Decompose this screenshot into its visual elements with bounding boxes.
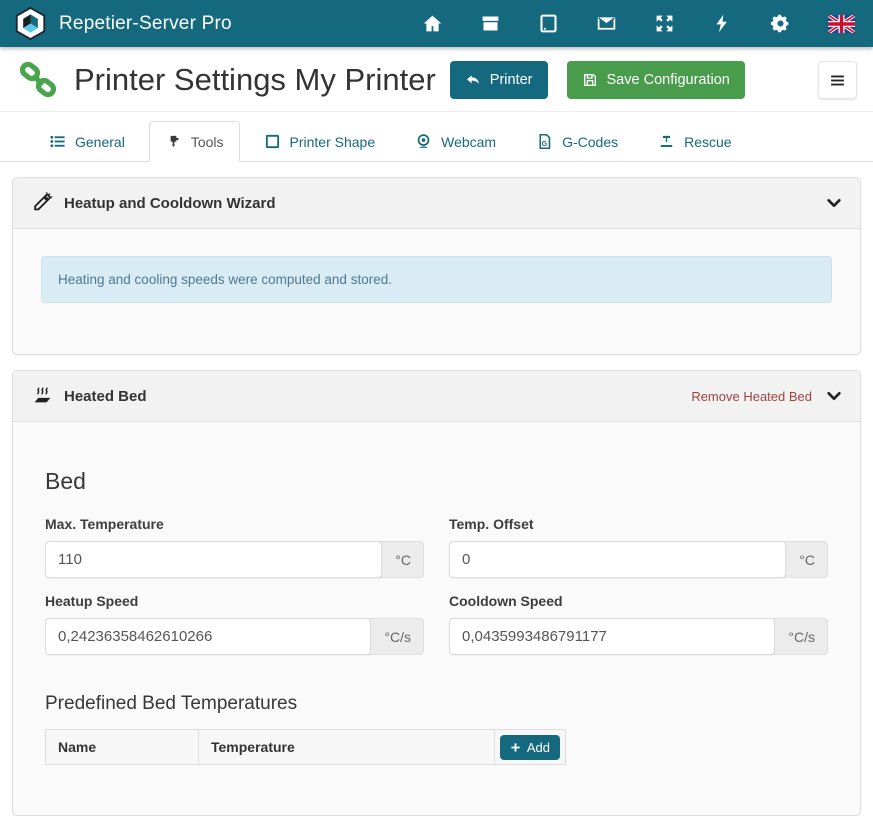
heatup-speed-field-group: Heatup Speed °C/s <box>45 578 424 655</box>
predefined-bed-temps-table: Name Temperature Add <box>45 729 566 765</box>
app-brand[interactable]: Repetier-Server Pro <box>14 7 232 40</box>
back-arrow-icon <box>465 72 481 88</box>
top-navbar: Repetier-Server Pro <box>0 0 873 47</box>
temp-offset-input[interactable] <box>449 541 786 578</box>
wizard-panel-title: Heatup and Cooldown Wizard <box>64 195 276 212</box>
heated-bed-panel-body: Bed Max. Temperature °C Temp. Offset °C … <box>13 468 860 815</box>
max-temperature-label: Max. Temperature <box>45 516 424 532</box>
chevron-down-icon[interactable] <box>826 195 842 211</box>
temp-offset-label: Temp. Offset <box>449 516 828 532</box>
heatup-speed-unit: °C/s <box>366 618 424 655</box>
add-temperature-button[interactable]: Add <box>500 735 560 760</box>
webcam-icon <box>415 133 432 150</box>
repetier-logo-icon <box>14 7 47 40</box>
gcode-file-icon: G <box>536 133 553 150</box>
save-configuration-button[interactable]: Save Configuration <box>567 61 745 99</box>
page-title: Printer Settings My Printer <box>74 62 436 98</box>
tab-tools[interactable]: Tools <box>149 121 240 162</box>
heatup-cooldown-wizard-panel: Heatup and Cooldown Wizard Heating and c… <box>12 177 861 355</box>
svg-text:G: G <box>542 140 548 148</box>
heatup-speed-label: Heatup Speed <box>45 593 424 609</box>
tab-general[interactable]: General <box>33 121 141 162</box>
bed-settings-form: Max. Temperature °C Temp. Offset °C Heat… <box>45 501 828 655</box>
cooldown-speed-unit: °C/s <box>770 618 828 655</box>
global-settings-icon[interactable] <box>770 13 791 34</box>
heated-bed-panel: Heated Bed Remove Heated Bed Bed Max. Te… <box>12 370 861 816</box>
heatup-speed-input[interactable] <box>45 618 371 655</box>
tablet-icon[interactable] <box>538 13 559 34</box>
save-icon <box>582 72 598 88</box>
home-icon[interactable] <box>422 13 443 34</box>
predefined-bed-temps-title: Predefined Bed Temperatures <box>45 693 828 715</box>
heated-bed-panel-title: Heated Bed <box>64 388 147 405</box>
heated-bed-panel-header[interactable]: Heated Bed Remove Heated Bed <box>13 371 860 422</box>
hamburger-icon <box>829 72 846 89</box>
printer-box-icon[interactable] <box>480 13 501 34</box>
wizard-status-alert: Heating and cooling speeds were computed… <box>41 256 832 303</box>
tab-rescue[interactable]: Rescue <box>642 121 747 162</box>
magic-wand-icon <box>31 192 53 214</box>
cooldown-speed-label: Cooldown Speed <box>449 593 828 609</box>
fullscreen-icon[interactable] <box>654 13 675 34</box>
max-temperature-input[interactable] <box>45 541 382 578</box>
messages-icon[interactable] <box>596 13 617 34</box>
menu-button[interactable] <box>818 61 857 99</box>
column-header-temperature: Temperature <box>199 730 495 765</box>
cooldown-speed-field-group: Cooldown Speed °C/s <box>449 578 828 655</box>
bed-section-title: Bed <box>45 468 828 495</box>
table-header-row: Name Temperature Add <box>46 730 566 765</box>
column-header-name: Name <box>46 730 199 765</box>
remove-heated-bed-link[interactable]: Remove Heated Bed <box>691 389 812 404</box>
cooldown-speed-input[interactable] <box>449 618 775 655</box>
wizard-panel-header[interactable]: Heatup and Cooldown Wizard <box>13 178 860 229</box>
app-title: Repetier-Server Pro <box>59 13 232 35</box>
back-to-printer-button[interactable]: Printer <box>450 61 548 99</box>
column-header-add: Add <box>494 730 565 765</box>
rescue-icon <box>658 133 675 150</box>
temp-offset-field-group: Temp. Offset °C <box>449 501 828 578</box>
wizard-panel-body: Heating and cooling speeds were computed… <box>13 229 860 354</box>
tab-printer-shape[interactable]: Printer Shape <box>248 121 392 162</box>
list-icon <box>49 133 66 150</box>
settings-tabs: General Tools Printer Shape Webcam G G-C… <box>0 112 873 162</box>
max-temperature-unit: °C <box>377 541 424 578</box>
navbar-icon-group <box>422 13 855 34</box>
extruder-icon <box>165 133 182 150</box>
page-header: Printer Settings My Printer Printer Save… <box>0 47 873 112</box>
printer-connected-icon <box>18 60 58 100</box>
plus-icon <box>510 742 521 753</box>
heated-bed-icon <box>31 385 53 407</box>
language-flag-uk[interactable] <box>828 15 855 33</box>
chevron-down-icon[interactable] <box>826 388 842 404</box>
max-temperature-field-group: Max. Temperature °C <box>45 501 424 578</box>
tab-webcam[interactable]: Webcam <box>399 121 512 162</box>
square-outline-icon <box>264 133 281 150</box>
temp-offset-unit: °C <box>781 541 828 578</box>
quick-commands-icon[interactable] <box>712 13 733 34</box>
tab-gcodes[interactable]: G G-Codes <box>520 121 634 162</box>
